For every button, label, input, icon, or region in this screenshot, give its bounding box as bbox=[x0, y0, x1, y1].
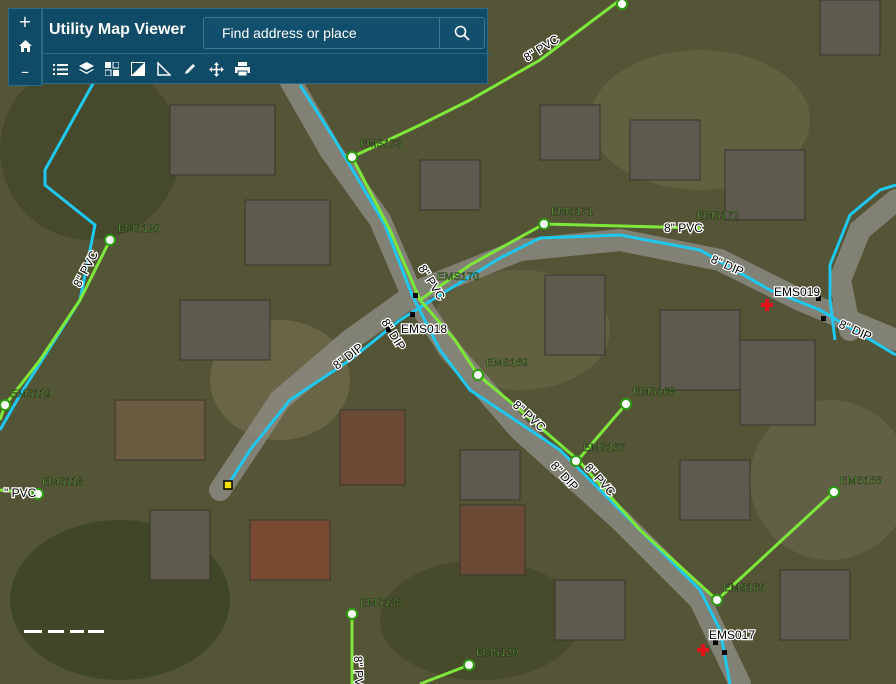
search-box[interactable]: Find address or place bbox=[203, 17, 485, 49]
search-icon bbox=[454, 25, 470, 41]
measure-icon bbox=[157, 62, 171, 76]
pan-button[interactable] bbox=[203, 56, 229, 82]
pipe-label: 8" PVC bbox=[664, 221, 703, 235]
legend-button[interactable] bbox=[47, 56, 73, 82]
draw-icon bbox=[185, 64, 195, 74]
manhole-label: EMS120 bbox=[118, 223, 160, 235]
zoom-out-button[interactable]: – bbox=[21, 63, 29, 81]
valve-label: EMS018 bbox=[401, 322, 447, 336]
contrast-icon bbox=[131, 62, 145, 76]
basemap-button[interactable] bbox=[99, 56, 125, 82]
header-panel: Utility Map Viewer Find address or place bbox=[42, 8, 491, 84]
valve-label: EMS017 bbox=[709, 628, 755, 642]
manhole-label: EMS166 bbox=[840, 475, 882, 487]
manhole-label: EMS169 bbox=[486, 357, 528, 369]
swipe-button[interactable] bbox=[125, 56, 151, 82]
manhole-label: EMS129 bbox=[476, 647, 518, 659]
draw-button[interactable] bbox=[177, 56, 203, 82]
pipe-label: " PVC bbox=[4, 486, 37, 500]
manhole-label: EMS171 bbox=[551, 206, 593, 218]
manhole-label: EMS165 bbox=[723, 582, 765, 594]
manhole-label: EMS173 bbox=[360, 138, 402, 150]
print-button[interactable] bbox=[229, 56, 255, 82]
move-icon bbox=[208, 61, 224, 77]
zoom-controls: + – bbox=[8, 8, 42, 86]
home-icon bbox=[18, 39, 32, 52]
basemap-icon bbox=[105, 62, 119, 76]
manhole-label: EMS172 bbox=[697, 210, 739, 222]
map-canvas[interactable]: EMS173 EMS171 EMS172 EMS170 EMS169 EMS16… bbox=[0, 0, 896, 684]
manhole-label: EMS168 bbox=[633, 386, 675, 398]
search-input[interactable]: Find address or place bbox=[222, 25, 357, 41]
manhole-label: EMS167 bbox=[583, 442, 625, 454]
home-button[interactable] bbox=[18, 38, 32, 56]
search-button[interactable] bbox=[439, 18, 484, 48]
layers-icon bbox=[78, 62, 94, 74]
scale-bar bbox=[24, 628, 104, 634]
manhole-label: EMS128 bbox=[360, 597, 402, 609]
measure-button[interactable] bbox=[151, 56, 177, 82]
app-title: Utility Map Viewer bbox=[49, 21, 186, 38]
print-icon bbox=[234, 62, 250, 76]
list-icon bbox=[52, 63, 68, 75]
pipe-label: 8" PVC bbox=[351, 656, 366, 684]
manhole-label: EMS170 bbox=[437, 271, 479, 283]
manhole-label: EMS118 bbox=[42, 476, 83, 488]
zoom-in-button[interactable]: + bbox=[18, 12, 31, 31]
valve-label: EMS019 bbox=[774, 285, 820, 299]
toolbar bbox=[43, 53, 491, 84]
manhole-label: EMS119 bbox=[10, 388, 51, 400]
layers-button[interactable] bbox=[73, 56, 99, 82]
